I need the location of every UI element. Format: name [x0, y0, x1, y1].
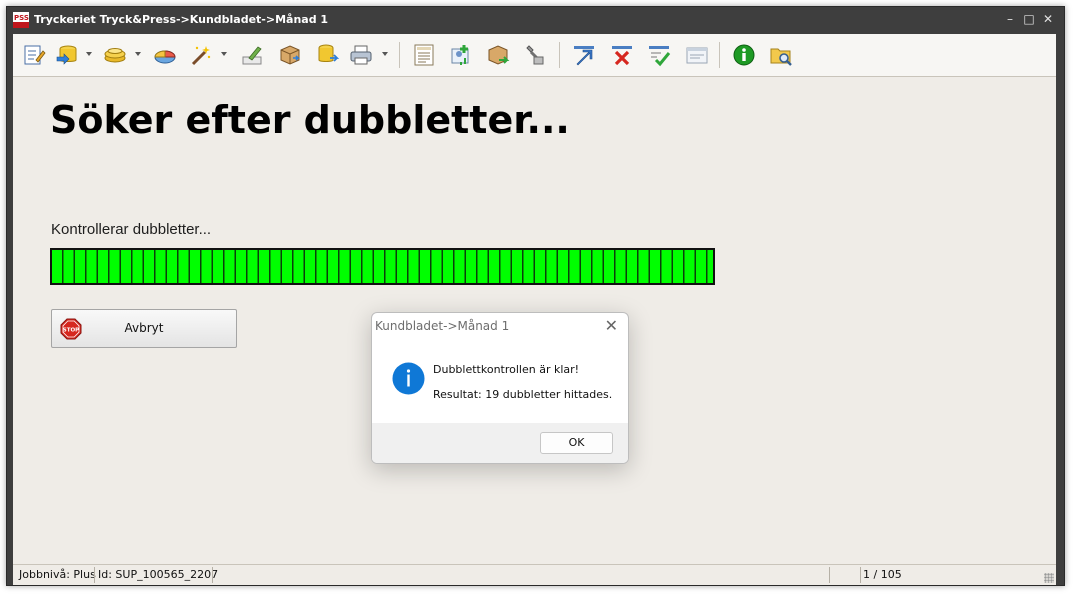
chevron-down-icon[interactable]	[221, 52, 227, 56]
box-arrow-icon[interactable]	[486, 43, 510, 67]
window-layout-icon[interactable]	[685, 43, 709, 67]
window-title: Tryckeriet Tryck&Press->Kundbladet->Måna…	[34, 13, 329, 26]
database-export-icon[interactable]	[55, 43, 79, 67]
tools-icon[interactable]	[522, 43, 546, 67]
coins-icon[interactable]	[103, 43, 127, 67]
chevron-down-icon[interactable]	[382, 52, 388, 56]
ok-button[interactable]: OK	[540, 432, 613, 454]
chevron-down-icon[interactable]	[135, 52, 141, 56]
status-separator	[829, 567, 830, 583]
add-contact-icon[interactable]	[449, 43, 473, 67]
toolbar	[13, 34, 1056, 77]
close-icon[interactable]: ✕	[605, 316, 618, 335]
dialog-result: Resultat: 19 dubbletter hittades.	[433, 388, 613, 401]
progress-fill	[52, 250, 713, 283]
toolbar-separator	[719, 42, 720, 68]
svg-text:PSS: PSS	[14, 14, 29, 22]
resize-grip-icon[interactable]	[1044, 573, 1054, 583]
toolbar-separator	[559, 42, 560, 68]
title-bar[interactable]: PSS Tryckeriet Tryck&Press->Kundbladet->…	[7, 7, 1064, 33]
status-id: Id: SUP_100565_2207	[98, 568, 219, 581]
checklist-icon[interactable]	[647, 43, 671, 67]
printer-icon[interactable]	[349, 43, 373, 67]
cancel-button[interactable]: STOP Avbryt	[51, 309, 237, 348]
chevron-down-icon[interactable]	[86, 52, 92, 56]
maximize-icon[interactable]: □	[1021, 11, 1037, 27]
pss-logo-icon: PSS	[13, 12, 29, 28]
status-separator	[94, 567, 95, 583]
dialog-footer: OK	[372, 423, 628, 463]
edit-notes-icon[interactable]	[22, 43, 46, 67]
database-arrow-icon[interactable]	[316, 43, 340, 67]
cancel-button-label: Avbryt	[124, 321, 164, 335]
status-job-level: Jobbnivå: Plus	[19, 568, 96, 581]
status-bar: Jobbnivå: Plus Id: SUP_100565_2207 1 / 1…	[13, 564, 1056, 585]
minimize-icon[interactable]: –	[1002, 11, 1018, 27]
status-page-counter: 1 / 105	[863, 568, 902, 581]
pie-chart-icon[interactable]	[153, 43, 177, 67]
info-icon	[392, 362, 425, 395]
client-area: Söker efter dubbletter... Kontrollerar d…	[13, 34, 1056, 585]
send-arrow-icon[interactable]	[572, 43, 596, 67]
toolbar-separator	[399, 42, 400, 68]
status-separator	[212, 567, 213, 583]
info-icon[interactable]	[732, 43, 756, 67]
progress-status-text: Kontrollerar dubbletter...	[51, 221, 212, 238]
document-list-icon[interactable]	[412, 43, 436, 67]
message-dialog: Kundbladet->Månad 1 ✕ Dubblettkontrollen…	[371, 312, 629, 464]
app-window: PSS Tryckeriet Tryck&Press->Kundbladet->…	[6, 6, 1065, 586]
folder-search-icon[interactable]	[769, 43, 793, 67]
close-icon[interactable]: ✕	[1040, 11, 1056, 27]
status-separator	[860, 567, 861, 583]
package-icon[interactable]	[278, 43, 302, 67]
delete-x-icon[interactable]	[610, 43, 634, 67]
pen-edit-icon[interactable]	[240, 43, 264, 67]
magic-wand-icon[interactable]	[189, 43, 213, 67]
progress-bar	[50, 248, 715, 285]
page-title: Söker efter dubbletter...	[50, 98, 570, 142]
dialog-title: Kundbladet->Månad 1	[375, 319, 510, 333]
dialog-message: Dubblettkontrollen är klar!	[433, 363, 580, 376]
